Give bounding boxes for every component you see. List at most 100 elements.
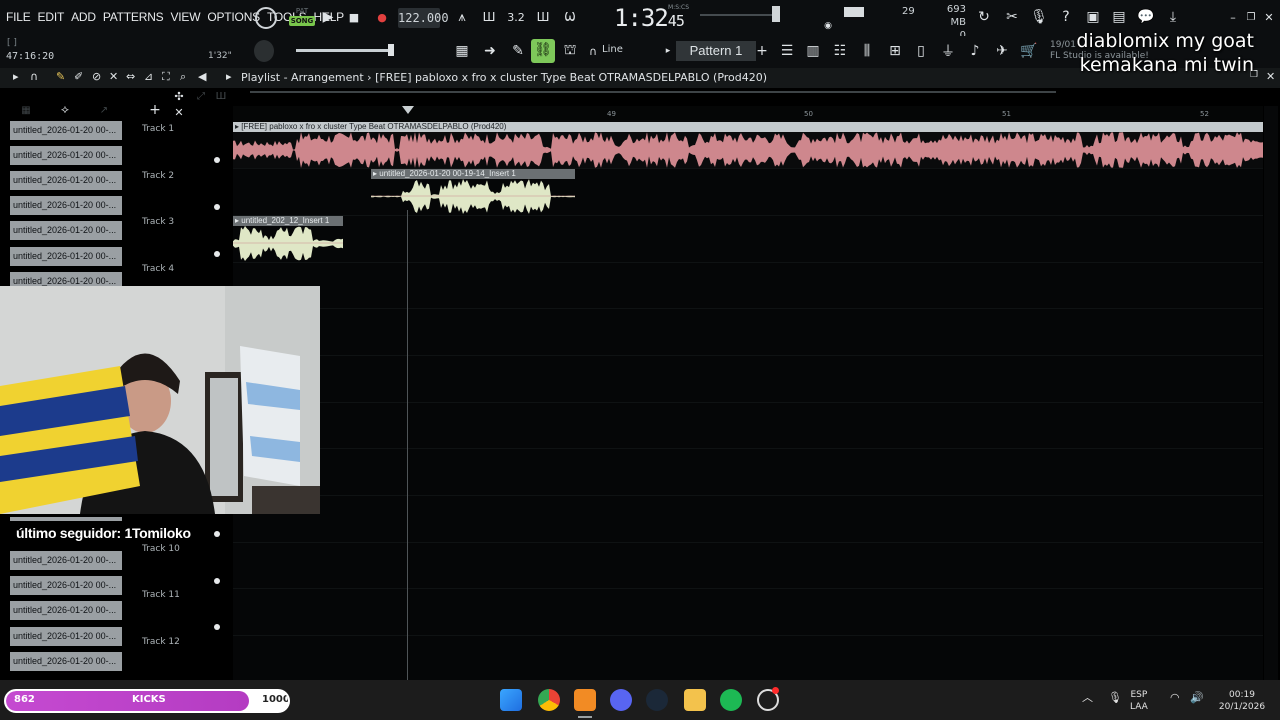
magnet-snap-icon[interactable]: ∩ bbox=[30, 70, 38, 83]
clip-list-item[interactable]: untitled_2026-01-20 00-... bbox=[10, 247, 122, 266]
track-mute-led[interactable] bbox=[214, 578, 220, 584]
timeline-ruler[interactable]: 49 50 51 52 bbox=[233, 106, 1263, 122]
panel-audio-icon[interactable]: ⟡ bbox=[56, 102, 74, 116]
windows-start-icon[interactable] bbox=[500, 689, 522, 711]
save-icon[interactable]: ▣ bbox=[1084, 8, 1102, 26]
magnet-icon[interactable]: ∩ bbox=[586, 42, 600, 60]
save-as-icon[interactable]: ▤ bbox=[1110, 8, 1128, 26]
paint-tool-icon[interactable]: ✐ bbox=[74, 70, 83, 83]
clip-list-item[interactable]: untitled_2026-01-20 00-... bbox=[10, 171, 122, 190]
menu-file[interactable]: FILE bbox=[6, 10, 31, 24]
add-track-icon[interactable]: + bbox=[148, 102, 162, 118]
record-icon[interactable]: ● bbox=[374, 9, 390, 25]
menu-arrow-icon[interactable]: ▸ bbox=[13, 70, 19, 83]
track-label[interactable]: Track 12 bbox=[142, 637, 180, 647]
stop-icon[interactable]: ■ bbox=[346, 9, 362, 25]
countdown-icon[interactable]: 3.2 bbox=[506, 8, 526, 26]
clip-list-item-partial[interactable] bbox=[10, 517, 122, 521]
discord-icon[interactable] bbox=[610, 689, 632, 711]
track-label[interactable]: Track 10 bbox=[142, 544, 180, 554]
track-mute-led[interactable] bbox=[214, 251, 220, 257]
vocal-clip-header[interactable]: ▸ untitled_202_12_Insert 1 bbox=[233, 216, 343, 226]
microphone-icon[interactable]: 🎙 bbox=[1030, 8, 1048, 26]
download-icon[interactable]: ⤓ bbox=[1164, 8, 1182, 26]
track-mute-led[interactable] bbox=[214, 624, 220, 630]
panel-piano-icon[interactable]: ▦ bbox=[18, 104, 34, 116]
clip-list-item[interactable]: untitled_2026-01-20 00-... bbox=[10, 196, 122, 215]
mute-tool-icon[interactable]: ✕ bbox=[109, 70, 118, 83]
volume-icon[interactable]: 🔊 bbox=[1190, 692, 1204, 704]
loop-record-icon[interactable]: Ѡ bbox=[560, 8, 580, 26]
track-mute-led[interactable] bbox=[214, 204, 220, 210]
clip-list-item[interactable]: untitled_2026-01-20 00-... bbox=[10, 121, 122, 140]
vocal-audio-clip-2[interactable]: ▸ untitled_202_12_Insert 1 bbox=[233, 216, 343, 261]
piano-roll-icon[interactable]: ▦ bbox=[452, 42, 472, 60]
playhead-marker-icon[interactable] bbox=[402, 106, 414, 114]
steam-icon[interactable] bbox=[646, 689, 668, 711]
clock[interactable]: 00:19 20/1/2026 bbox=[1216, 689, 1268, 713]
shop-icon[interactable]: 🛒 bbox=[1020, 42, 1038, 60]
collapse-arrow-icon[interactable]: ▸ bbox=[226, 70, 232, 83]
close-icon[interactable]: ✕ bbox=[1262, 10, 1276, 24]
piano-roll-window-icon[interactable]: ▥ bbox=[804, 42, 822, 60]
clip-list-item[interactable]: untitled_2026-01-20 00-... bbox=[10, 221, 122, 240]
clip-list-item[interactable]: untitled_2026-01-20 00-... bbox=[10, 601, 122, 620]
tempo-tapper-icon[interactable]: ♪ bbox=[966, 42, 984, 60]
track-mute-led[interactable] bbox=[214, 531, 220, 537]
vocal-audio-clip[interactable]: ▸ untitled_2026-01-20 00-19-14_Insert 1 bbox=[371, 169, 575, 214]
help-icon[interactable]: ? bbox=[1057, 8, 1075, 26]
track-label[interactable]: Track 2 bbox=[142, 171, 174, 181]
vertical-scrollbar[interactable] bbox=[1264, 106, 1278, 680]
select-tool-icon[interactable]: ⛶ bbox=[162, 70, 170, 84]
mixer-icon[interactable]: ⫼ bbox=[858, 42, 876, 60]
panel-automation-icon[interactable]: ↗ bbox=[96, 104, 112, 116]
clip-list-item[interactable]: untitled_2026-01-20 00-... bbox=[10, 272, 122, 286]
remove-track-icon[interactable]: ✕ bbox=[172, 106, 186, 119]
clipboard-icon[interactable]: ▯ bbox=[912, 42, 930, 60]
cut-icon[interactable]: ✂ bbox=[1003, 8, 1021, 26]
wifi-icon[interactable]: ◠ bbox=[1170, 692, 1180, 704]
add-pattern-icon[interactable]: + bbox=[755, 42, 769, 60]
clip-list-item[interactable]: untitled_2026-01-20 00-... bbox=[10, 551, 122, 570]
clip-list-item[interactable]: untitled_2026-01-20 00-... bbox=[10, 146, 122, 165]
track-label[interactable]: Track 1 bbox=[142, 124, 174, 134]
menu-add[interactable]: ADD bbox=[71, 10, 96, 24]
visibility-icon[interactable]: ◉ bbox=[822, 20, 834, 32]
restore-icon[interactable]: ❐ bbox=[1244, 10, 1258, 24]
horizontal-scrollbar[interactable] bbox=[250, 91, 1056, 93]
snap-selector[interactable]: Line bbox=[602, 44, 623, 55]
tray-expand-icon[interactable]: ︿ bbox=[1082, 692, 1093, 704]
vocal-clip-header[interactable]: ▸ untitled_2026-01-20 00-19-14_Insert 1 bbox=[371, 169, 575, 179]
track-mute-led[interactable] bbox=[214, 157, 220, 163]
arrangement-grid[interactable]: ▸ [FREE] pabloxo x fro x cluster Type Be… bbox=[233, 122, 1263, 680]
pattern-prev-icon[interactable]: ▸ bbox=[662, 44, 674, 58]
wait-input-icon[interactable]: Ш bbox=[479, 8, 499, 26]
clip-list-item[interactable]: untitled_2026-01-20 00-... bbox=[10, 652, 122, 671]
menu-patterns[interactable]: PATTERNS bbox=[103, 10, 164, 24]
menu-options[interactable]: OPTIONS bbox=[207, 10, 260, 24]
slip-tool-icon[interactable]: ⇔ bbox=[126, 70, 135, 83]
track-label[interactable]: Track 4 bbox=[142, 264, 174, 274]
stamp-icon[interactable]: ⛫ bbox=[560, 42, 580, 60]
fl-studio-icon[interactable] bbox=[574, 689, 596, 711]
microphone-tray-icon[interactable]: 🎙 bbox=[1108, 692, 1122, 704]
brush-icon[interactable]: ✎ bbox=[508, 42, 528, 60]
resize-icon[interactable]: ⤢ bbox=[194, 90, 208, 102]
beat-audio-clip[interactable]: ▸ [FREE] pabloxo x fro x cluster Type Be… bbox=[233, 122, 1263, 168]
menu-edit[interactable]: EDIT bbox=[38, 10, 65, 24]
channel-rack-icon[interactable]: ☷ bbox=[831, 42, 849, 60]
render-icon[interactable]: ✈ bbox=[993, 42, 1011, 60]
arrow-right-icon[interactable]: ➜ bbox=[480, 42, 500, 60]
zoom-vertical-icon[interactable]: ✣ bbox=[171, 90, 187, 103]
beat-clip-header[interactable]: ▸ [FREE] pabloxo x fro x cluster Type Be… bbox=[233, 122, 1263, 132]
tempo-display[interactable]: 122.000 bbox=[398, 8, 449, 28]
delete-tool-icon[interactable]: ⊘ bbox=[92, 70, 101, 83]
draw-tool-icon[interactable]: ✎ bbox=[56, 70, 65, 83]
playlist-icon[interactable]: ☰ bbox=[778, 42, 796, 60]
song-pattern-toggle[interactable]: PAT SONG bbox=[289, 6, 315, 30]
playback-tool-icon[interactable]: ◀ bbox=[198, 70, 206, 83]
chrome-icon[interactable] bbox=[538, 689, 560, 711]
track-label[interactable]: Track 11 bbox=[142, 590, 180, 600]
language-indicator[interactable]: ESP LAA bbox=[1130, 689, 1148, 713]
cpu-knob-icon[interactable] bbox=[255, 7, 277, 29]
